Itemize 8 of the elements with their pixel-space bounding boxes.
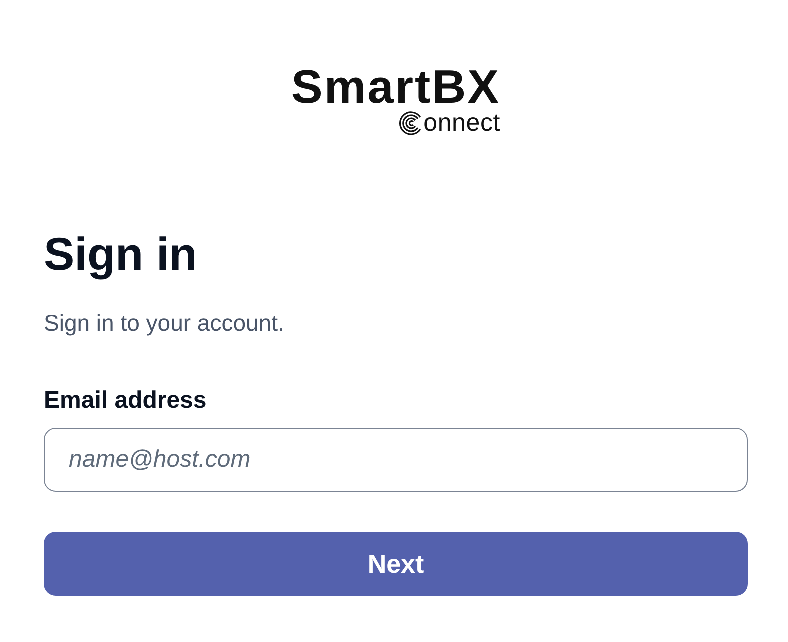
page-heading: Sign in [44, 227, 198, 282]
email-label: Email address [44, 386, 208, 416]
email-input[interactable]: name@host.com [44, 428, 748, 492]
concentric-rings-icon [398, 110, 424, 136]
page-description: Sign in to your account. [44, 309, 286, 338]
logo-wordmark: SmartBX [291, 64, 500, 110]
next-button[interactable]: Next [44, 532, 748, 596]
logo-subtitle: onnect [424, 110, 500, 136]
